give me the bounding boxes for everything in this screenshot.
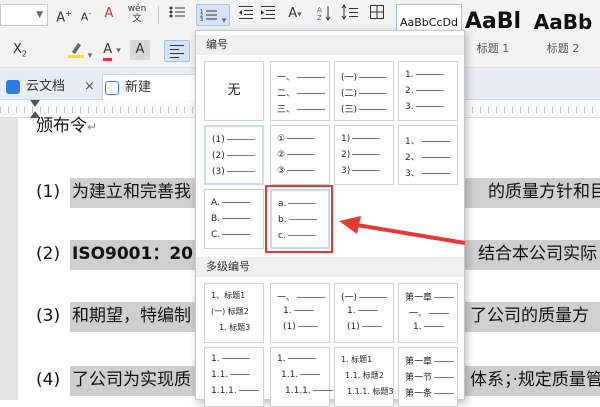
tab-cloud-docs[interactable]: 云文档 × <box>4 74 96 100</box>
paragraph-text: 和期望，特编制 <box>72 306 191 326</box>
close-icon[interactable]: × <box>84 74 95 100</box>
numbering-tile[interactable]: (一) (二) (三) <box>334 61 394 121</box>
numbering-tile[interactable]: 1、 2、 3、 <box>398 125 458 185</box>
document-line: 颁布令↵ <box>36 116 98 136</box>
paragraph-text: 结合本公司实际 <box>478 244 597 264</box>
divider <box>158 6 159 24</box>
text-effects-button[interactable]: A▾ <box>282 4 308 25</box>
numbering-none-tile[interactable]: 无 <box>204 61 264 121</box>
outdent-button[interactable] <box>236 4 256 27</box>
chevron-down-icon: ▼ <box>36 10 43 20</box>
numbering-tile[interactable]: 一、 二、 三、 <box>270 61 330 121</box>
highlighter-icon <box>67 43 84 58</box>
numbering-tile[interactable]: A. B. C. <box>204 189 264 249</box>
cloud-icon <box>6 80 20 94</box>
bullet-list-button[interactable] <box>165 4 189 27</box>
multilevel-tile[interactable]: 1、标题1 (一) 标题2 1. 标题3 <box>204 283 264 343</box>
borders-button[interactable] <box>366 4 388 27</box>
clear-format-button[interactable]: A <box>100 4 118 24</box>
numbering-button[interactable]: 123 ▾ <box>196 4 230 26</box>
chevron-down-icon: ▾ <box>297 10 302 20</box>
indent-button[interactable] <box>258 4 278 27</box>
paragraph-number: (1) <box>36 182 61 202</box>
chevron-down-icon: ▾ <box>116 46 121 56</box>
style-heading-1[interactable]: AaBl 标题 1 <box>462 4 524 60</box>
annotation-arrow-icon <box>339 216 466 245</box>
style-heading-2[interactable]: AaBb 标题 2 <box>526 4 600 60</box>
font-size-select[interactable]: ▼ <box>0 4 48 26</box>
align-left-button[interactable] <box>164 40 190 62</box>
chevron-down-icon: ▾ <box>221 16 227 26</box>
multilevel-tile[interactable]: 1. 标题1 1.1. 标题2 1.1.1. 标题3 <box>334 347 394 407</box>
svg-text:3: 3 <box>200 17 203 23</box>
multilevel-tile[interactable]: 一、 1. (1) <box>270 283 330 343</box>
align-left-icon <box>170 45 184 58</box>
document-icon <box>105 81 119 95</box>
svg-text:A: A <box>317 6 322 14</box>
paragraph-number: (3) <box>36 306 61 326</box>
outdent-icon <box>239 6 253 19</box>
numbering-tile-selected[interactable]: (1) (2) (3) <box>204 125 264 185</box>
svg-text:Z: Z <box>317 14 322 22</box>
numbered-list-icon: 123 <box>200 9 217 23</box>
paragraph-text: 为建立和完善我 <box>72 182 191 202</box>
table-border-icon <box>370 5 384 19</box>
subscript-button[interactable]: X2 <box>8 40 32 65</box>
multilevel-tile[interactable]: (一) 1. (1) <box>334 283 394 343</box>
numbering-tile[interactable]: ① ② ③ <box>270 125 330 185</box>
numbering-tile[interactable]: 1. 2. 3. <box>398 61 458 121</box>
section-header-numbering: 编号 <box>196 35 464 55</box>
sort-icon: AZ <box>317 6 331 22</box>
font-shrink-button[interactable]: A- <box>76 4 96 28</box>
multilevel-tile[interactable]: 1. 1.1. 1.1.1. <box>204 347 264 407</box>
section-header-multilevel: 多级编号 <box>196 257 464 277</box>
line-spacing-icon <box>341 4 358 20</box>
sort-button[interactable]: AZ <box>314 4 334 29</box>
paragraph-text: 的质量方针和目标 <box>488 182 600 202</box>
font-color-button[interactable]: A ▾ <box>98 40 126 61</box>
pinyin-button[interactable]: wén 文 <box>124 4 150 24</box>
paragraph-text: 了公司的质量方 <box>470 306 589 326</box>
font-grow-button[interactable]: A+ <box>54 4 74 28</box>
char-border-button[interactable]: A <box>130 40 150 60</box>
chevron-down-icon: ▾ <box>87 51 93 61</box>
multilevel-tile[interactable]: 1. 1.1. 1.1.1. <box>270 347 333 407</box>
paragraph-number: (2) <box>36 244 61 264</box>
line-spacing-button[interactable] <box>338 4 362 27</box>
bullet-list-icon <box>169 6 185 18</box>
first-line-indent-marker[interactable] <box>30 100 40 107</box>
paragraph-text: 体系；·规定质量管 <box>470 370 600 390</box>
paragraph-text: 了公司为实现质 <box>72 370 191 390</box>
annotation-highlight-box <box>265 185 333 253</box>
multilevel-tile[interactable]: 第一章 第一节 第一条 <box>398 347 458 407</box>
indent-icon <box>261 6 275 19</box>
paragraph-number: (4) <box>36 370 61 390</box>
highlight-button[interactable]: ▾ <box>66 40 94 66</box>
tab-new-document[interactable]: 新建 Microso <box>102 74 202 121</box>
numbering-tile[interactable]: 1) 2) 3) <box>334 125 394 185</box>
multilevel-tile[interactable]: 第一章 一、 1. <box>398 283 458 343</box>
